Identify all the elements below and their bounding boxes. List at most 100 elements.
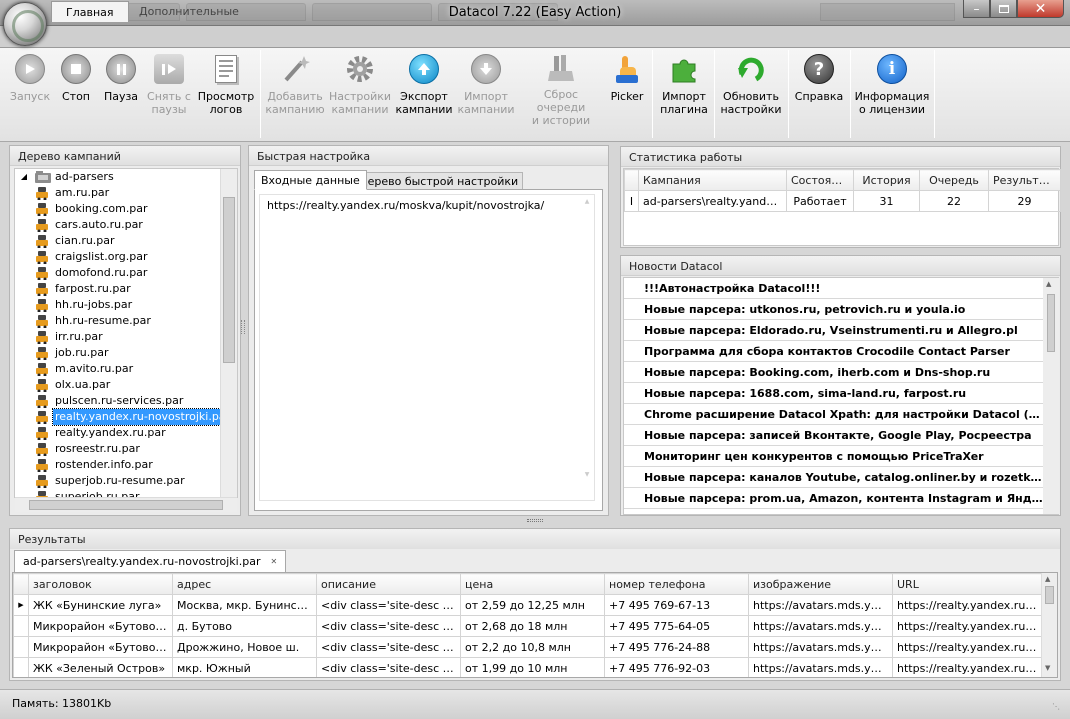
results-column-header[interactable]: URL <box>892 573 1042 595</box>
splitter-grip-horizontal[interactable] <box>527 519 543 522</box>
scroll-up-icon[interactable]: ▲ <box>1045 575 1050 583</box>
tab-additional[interactable]: Дополнительные <box>125 1 253 22</box>
parser-robot-icon <box>35 410 49 424</box>
stats-col-campaign[interactable]: Кампания <box>638 169 787 191</box>
campaign-settings-label-2: кампании <box>331 103 389 116</box>
tree-item[interactable]: realty.yandex.ru.par <box>15 425 237 441</box>
news-scroll-thumb[interactable] <box>1047 294 1055 352</box>
table-cell: от 1,99 до 10 млн <box>460 657 605 677</box>
tab-input-data[interactable]: Входные данные <box>254 170 367 190</box>
minimize-button[interactable]: – <box>963 0 990 18</box>
update-settings-button[interactable]: Обновить настройки <box>720 48 782 122</box>
import-campaign-button[interactable]: Импорт кампании <box>457 48 515 122</box>
tree-item[interactable]: cars.auto.ru.par <box>15 217 237 233</box>
import-plugin-button[interactable]: Импорт плагина <box>658 48 710 122</box>
stats-title: Статистика работы <box>621 147 1060 167</box>
table-row[interactable]: Микрорайон «Бутово Парк 2»Дрожжино, Ново… <box>13 636 1042 658</box>
results-column-header[interactable]: описание <box>316 573 461 595</box>
tree-item[interactable]: superjob.ru-resume.par <box>15 473 237 489</box>
collapse-icon[interactable]: ◢ <box>17 171 31 184</box>
tree-item[interactable]: olx.ua.par <box>15 377 237 393</box>
campaign-settings-button[interactable]: Настройки кампании <box>329 48 391 122</box>
close-button[interactable]: ✕ <box>1017 0 1064 18</box>
table-cell: от 2,2 до 10,8 млн <box>460 636 605 658</box>
stats-col-state[interactable]: Состояние <box>786 169 854 191</box>
tab-close-icon[interactable]: ✕ <box>270 557 277 566</box>
tree-item[interactable]: domofond.ru.par <box>15 265 237 281</box>
tree-scroll-thumb[interactable] <box>223 197 235 363</box>
results-column-header[interactable]: адрес <box>172 573 317 595</box>
tree-hscroll-thumb[interactable] <box>29 500 223 510</box>
tree-item[interactable]: craigslist.org.par <box>15 249 237 265</box>
campaign-tree[interactable]: ◢ ad-parsers am.ru.par booking.com.par car… <box>14 168 238 498</box>
tree-item[interactable]: am.ru.par <box>15 185 237 201</box>
results-scroll-thumb[interactable] <box>1045 586 1054 604</box>
tree-item[interactable]: rostender.info.par <box>15 457 237 473</box>
results-column-header[interactable]: заголовок <box>28 573 173 595</box>
results-column-header[interactable]: номер телефона <box>604 573 749 595</box>
tree-item[interactable]: job.ru.par <box>15 345 237 361</box>
tree-item[interactable]: booking.com.par <box>15 201 237 217</box>
stats-col-history[interactable]: История <box>853 169 920 191</box>
news-item[interactable]: Новые парсера: prom.ua, Amazon, контента… <box>624 488 1044 509</box>
tree-item[interactable]: hh.ru-resume.par <box>15 313 237 329</box>
reset-queue-label-1: Сброс очереди <box>536 88 586 114</box>
stats-row[interactable]: I ad-parsers\realty.yandex.ru-novostrojk… <box>624 190 1061 212</box>
unpause-button[interactable]: Снять с паузы <box>144 48 194 122</box>
picker-button[interactable]: Picker <box>606 48 648 122</box>
tree-vertical-scrollbar[interactable] <box>220 169 237 497</box>
news-item[interactable]: Программа для сбора контактов Crocodile … <box>624 341 1044 362</box>
pause-button[interactable]: Пауза <box>100 48 142 122</box>
tree-item[interactable]: cian.ru.par <box>15 233 237 249</box>
results-scrollbar[interactable]: ▲ ▼ <box>1041 573 1057 677</box>
start-button[interactable]: Запуск <box>8 48 52 122</box>
scroll-down-icon[interactable]: ▼ <box>1045 664 1050 672</box>
table-row[interactable]: ЖК «Зеленый Остров» мкр. Южный <div class=… <box>13 657 1042 677</box>
maximize-button[interactable] <box>990 0 1017 18</box>
tab-quick-tree[interactable]: Дерево быстрой настройки <box>354 172 524 190</box>
export-campaign-button[interactable]: Экспорт кампании <box>395 48 453 122</box>
tree-item[interactable]: farpost.ru.par <box>15 281 237 297</box>
help-button[interactable]: ? Справка <box>794 48 844 122</box>
tree-horizontal-scrollbar[interactable] <box>15 497 237 512</box>
license-info-button[interactable]: i Информация о лицензии <box>855 48 929 122</box>
table-cell: <div class='site-desc i-bem'... <box>316 615 461 637</box>
tree-item[interactable]: pulscen.ru-services.par <box>15 393 237 409</box>
news-item[interactable]: !!!Автонастройка Datacol!!! <box>624 278 1044 299</box>
tree-root[interactable]: ◢ ad-parsers <box>15 169 237 185</box>
news-item[interactable]: Новые парсера: каналов Youtube, catalog.… <box>624 467 1044 488</box>
tree-item[interactable]: m.avito.ru.par <box>15 361 237 377</box>
news-scrollbar[interactable]: ▲ <box>1043 278 1059 514</box>
app-menu-orb[interactable] <box>3 2 47 46</box>
tree-item[interactable]: rosreestr.ru.par <box>15 441 237 457</box>
tab-main[interactable]: Главная <box>51 1 129 22</box>
news-item[interactable]: Новые парсера: utkonos.ru, petrovich.ru … <box>624 299 1044 320</box>
news-item[interactable]: Новые парсера: 1688.com, sima-land.ru, f… <box>624 383 1044 404</box>
news-item[interactable]: Мониторинг цен конкурентов с помощью Pri… <box>624 446 1044 467</box>
tree-item[interactable]: hh.ru-jobs.par <box>15 297 237 313</box>
stats-col-results[interactable]: Результаты <box>988 169 1061 191</box>
tree-item[interactable]: irr.ru.par <box>15 329 237 345</box>
news-item[interactable]: Новые парсера: Eldorado.ru, Vseinstrumen… <box>624 320 1044 341</box>
table-row[interactable]: Микрорайон «Бутово Парк»д. Бутово<div cl… <box>13 615 1042 637</box>
stats-col-queue[interactable]: Очередь <box>919 169 989 191</box>
input-urls-textarea[interactable]: https://realty.yandex.ru/moskva/kupit/no… <box>259 194 595 501</box>
news-item[interactable]: Новые парсера: записей Вконтакте, Google… <box>624 425 1044 446</box>
reset-queue-button[interactable]: Сброс очереди и истории <box>518 48 604 127</box>
results-column-header[interactable]: изображение <box>748 573 893 595</box>
status-bar: Память: 13801Kb ⋱ <box>0 689 1070 719</box>
splitter-grip[interactable] <box>241 320 245 334</box>
tree-item-selected[interactable]: realty.yandex.ru-novostrojki.par <box>15 408 237 426</box>
results-column-header[interactable]: цена <box>460 573 605 595</box>
add-campaign-button[interactable]: Добавить кампанию <box>265 48 325 122</box>
table-row[interactable]: ▶ ЖК «Бунинские луга» Москва, мкр. Бунинск… <box>13 594 1042 616</box>
stats-campaign-cell: ad-parsers\realty.yandex.ru-novostrojki.… <box>638 190 787 212</box>
textarea-scrollbar[interactable]: ▲ ▼ <box>582 198 592 498</box>
news-item[interactable]: Chrome расширение Datacol Xpath: для нас… <box>624 404 1044 425</box>
news-item[interactable]: Новые парсера: Booking.com, iherb.com и … <box>624 362 1044 383</box>
resize-grip-icon[interactable]: ⋱ <box>1052 702 1060 711</box>
view-logs-button[interactable]: Просмотр логов <box>198 48 254 122</box>
results-tab[interactable]: ad-parsers\realty.yandex.ru-novostrojki.… <box>14 550 287 572</box>
stop-button[interactable]: Стоп <box>56 48 96 122</box>
scroll-up-icon[interactable]: ▲ <box>1046 280 1051 288</box>
